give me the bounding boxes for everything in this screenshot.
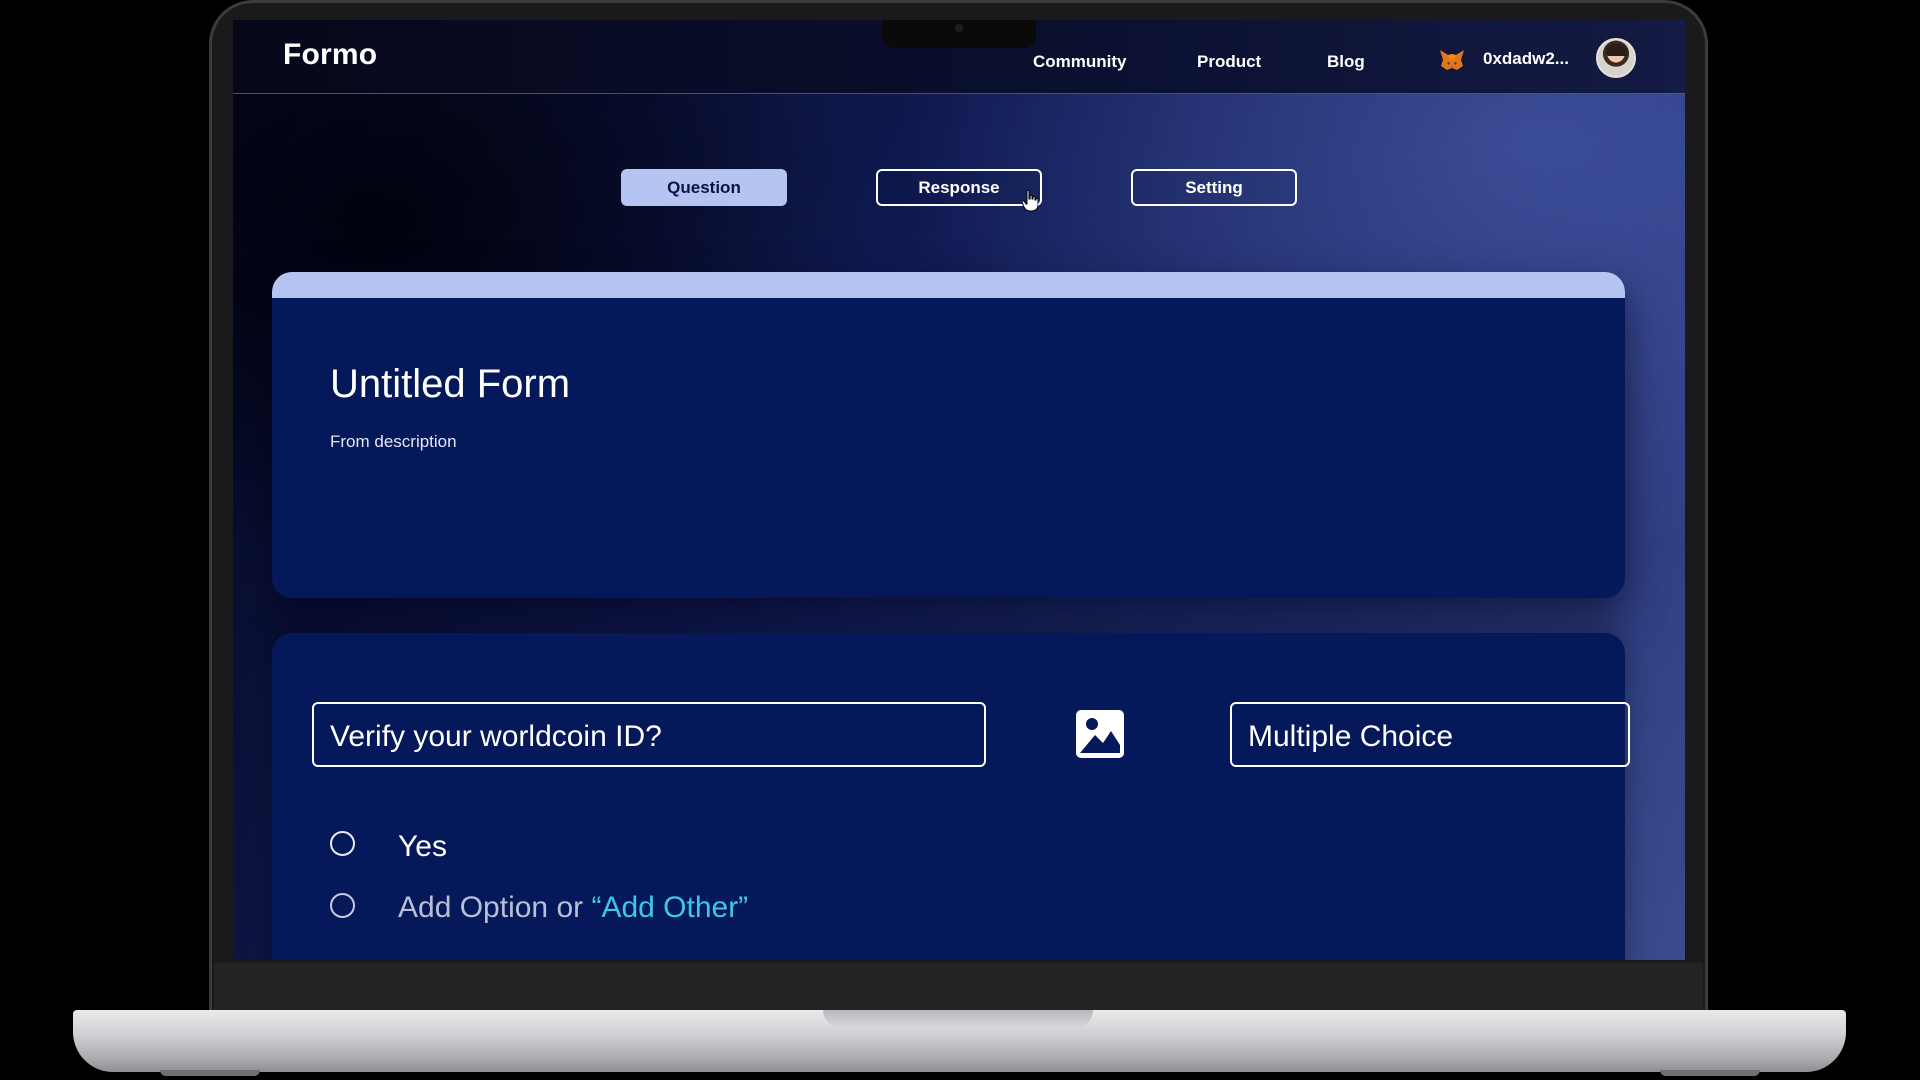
nav-link-blog[interactable]: Blog [1327,52,1365,72]
question-card: Verify your worldcoin ID? Multiple Choic… [272,633,1630,960]
question-text-input[interactable]: Verify your worldcoin ID? [312,702,986,767]
hand-cursor-icon [1022,190,1038,212]
laptop-base-notch [823,1010,1093,1028]
form-card-accent-bar [272,272,1625,298]
tab-setting[interactable]: Setting [1131,169,1297,206]
form-title[interactable]: Untitled Form [330,362,570,407]
app-screen: Formo Community Product Blog 0xdadw2... … [233,20,1685,960]
brand-logo[interactable]: Formo [283,38,377,72]
image-icon[interactable] [1075,709,1125,759]
form-description[interactable]: From description [330,432,457,452]
add-option-row[interactable]: Add Option or “Add Other” [398,891,748,925]
laptop-foot-right [1660,1070,1760,1076]
nav-link-community[interactable]: Community [1033,52,1127,72]
user-avatar[interactable] [1596,38,1636,78]
wallet-address[interactable]: 0xdadw2... [1483,49,1569,69]
add-option-link[interactable]: Add Option or [398,891,591,924]
tab-response[interactable]: Response [876,169,1042,206]
laptop-bezel-bottom [214,963,1703,1011]
option-radio-add [330,893,355,918]
tab-question[interactable]: Question [621,169,787,206]
camera-icon [955,24,963,32]
add-other-link[interactable]: “Add Other” [591,891,748,924]
metamask-fox-icon [1440,50,1464,70]
option-label-yes[interactable]: Yes [398,830,447,864]
question-type-select[interactable]: Multiple Choice [1230,702,1630,767]
form-header-card: Untitled Form From description [272,272,1625,598]
option-radio-yes[interactable] [330,831,355,856]
laptop-foot-left [160,1070,260,1076]
nav-link-product[interactable]: Product [1197,52,1261,72]
